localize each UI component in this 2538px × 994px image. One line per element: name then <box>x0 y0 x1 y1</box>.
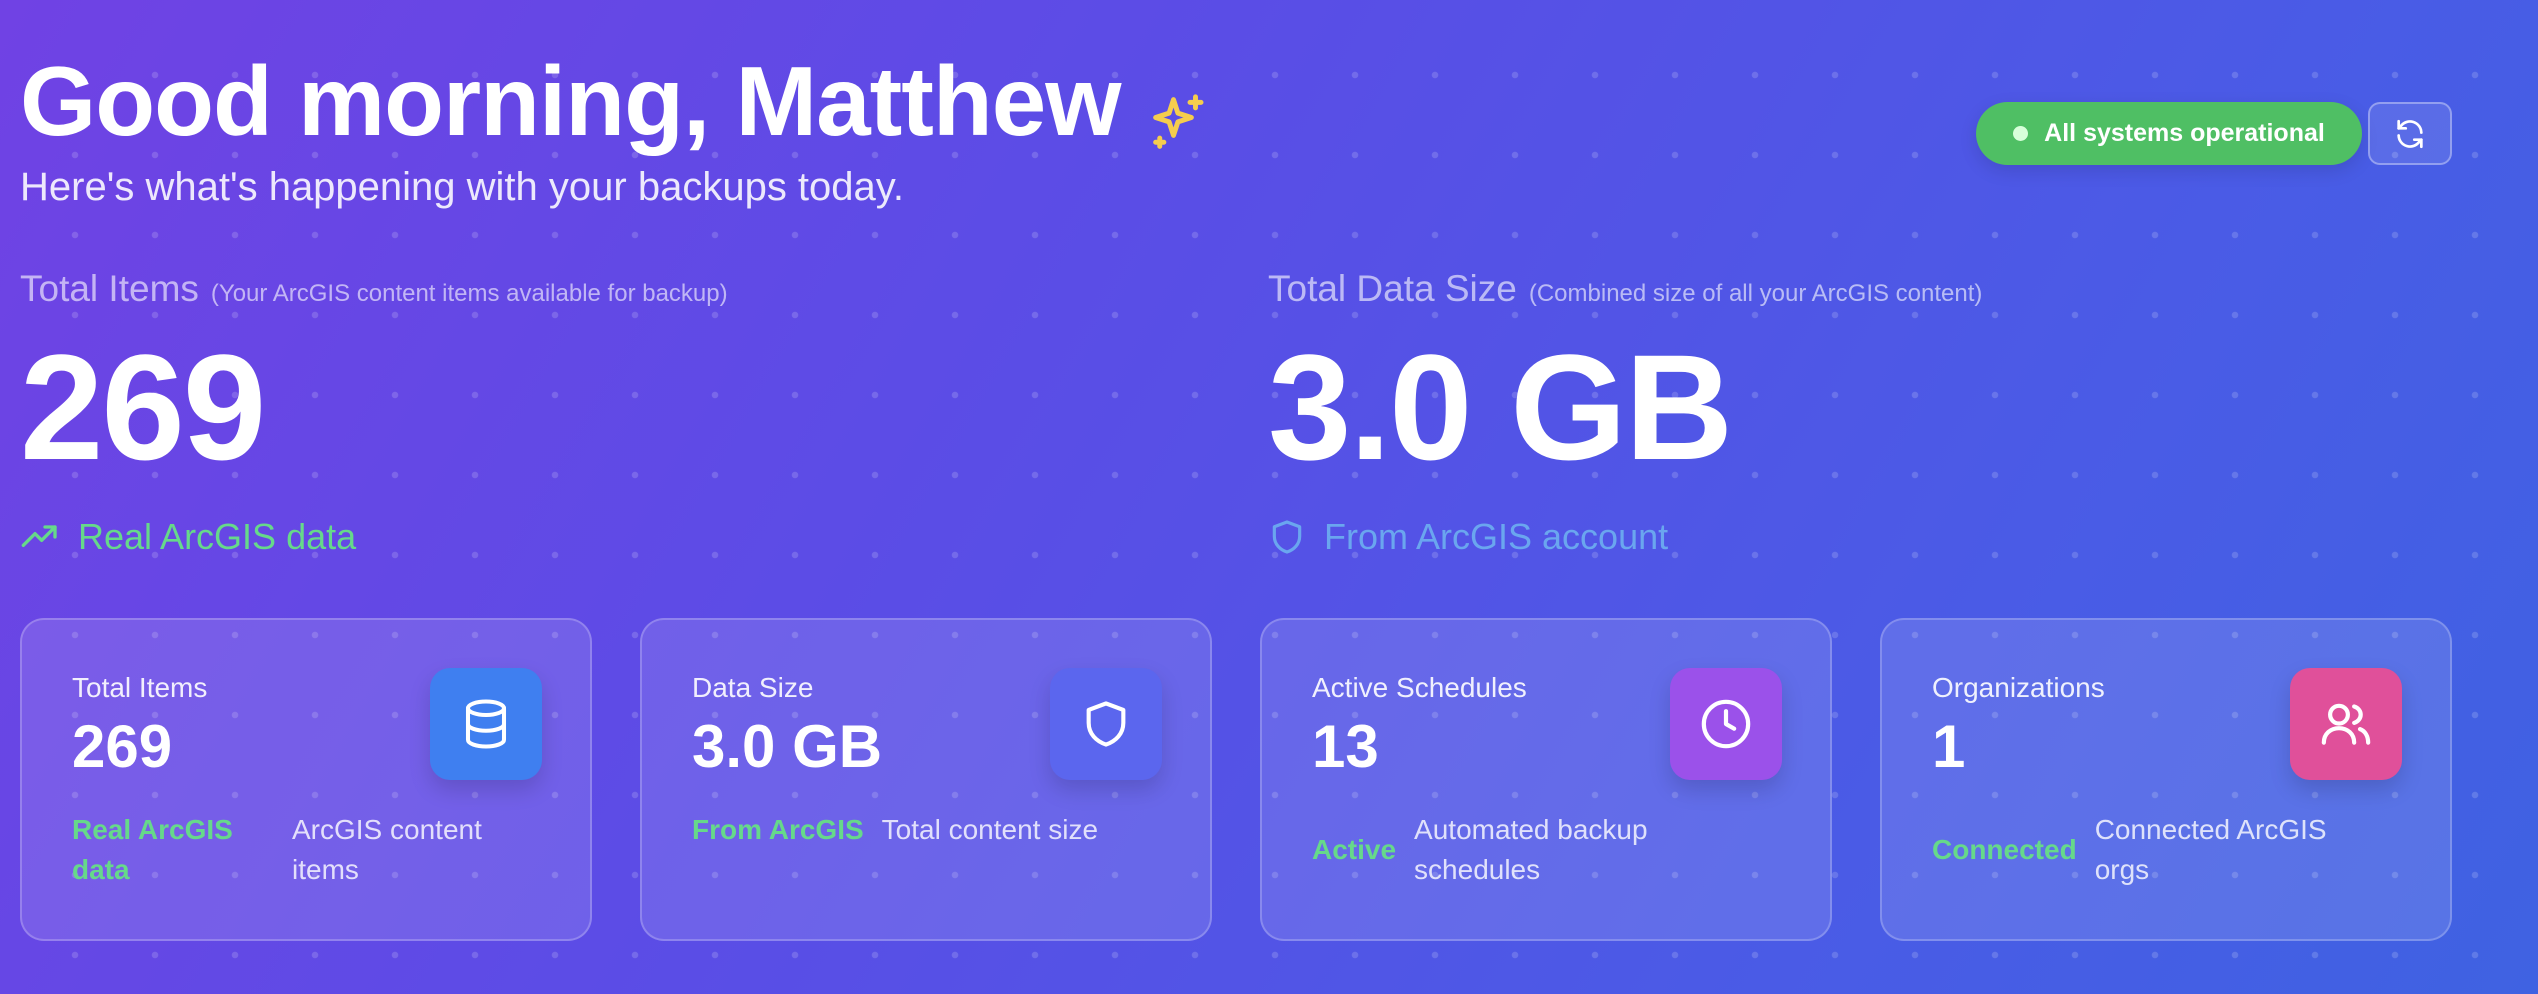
summary-size-hint: (Combined size of all your ArcGIS conten… <box>1528 280 1983 307</box>
greeting-heading: Good morning, Matthew <box>20 46 1212 156</box>
stat-card-organizations[interactable]: Organizations 1 Connected Connected ArcG… <box>1880 618 2452 941</box>
card-status: Connected <box>1932 834 2077 865</box>
card-value: 13 <box>1312 713 1379 780</box>
summary-total-data-size: Total Data Size (Combined size of all yo… <box>1268 268 1982 558</box>
database-icon <box>430 668 542 780</box>
summary-items-value: 269 <box>20 323 266 491</box>
system-status-label: All systems operational <box>2044 119 2325 147</box>
refresh-button[interactable] <box>2368 102 2452 165</box>
card-footer: Real ArcGIS data ArcGIS content items <box>72 810 522 890</box>
status-dot-icon <box>2013 126 2029 141</box>
greeting-text: Good morning, Matthew <box>20 46 1121 156</box>
card-description: Automated backup schedules <box>1414 814 1648 885</box>
card-title: Total Items <box>72 672 208 703</box>
summary-items-hint: (Your ArcGIS content items available for… <box>210 280 728 307</box>
card-status: Active <box>1312 834 1397 865</box>
stat-card-active-schedules[interactable]: Active Schedules 13 Active Automated bac… <box>1260 618 1832 941</box>
summary-total-items: Total Items (Your ArcGIS content items a… <box>20 268 728 558</box>
card-value: 3.0 GB <box>692 713 883 780</box>
summary-items-label-row: Total Items (Your ArcGIS content items a… <box>20 268 728 310</box>
refresh-icon <box>2393 117 2427 151</box>
card-description: ArcGIS content items <box>292 814 482 885</box>
users-icon <box>2290 668 2402 780</box>
summary-size-note-row: From ArcGIS account <box>1268 516 1982 558</box>
card-status: From ArcGIS <box>692 814 864 845</box>
trending-up-icon <box>20 517 78 557</box>
card-value: 1 <box>1932 713 1966 780</box>
card-footer: From ArcGIS Total content size <box>692 810 1098 850</box>
card-description: Total content size <box>881 814 1099 845</box>
system-status-badge[interactable]: All systems operational <box>1976 102 2362 165</box>
card-title: Active Schedules <box>1312 672 1527 703</box>
card-footer: Active Automated backup schedules <box>1312 810 1694 890</box>
card-status: Real ArcGIS data <box>72 814 233 885</box>
card-title: Data Size <box>692 672 814 703</box>
sparkle-icon <box>1146 69 1212 149</box>
card-title: Organizations <box>1932 672 2105 703</box>
summary-items-label: Total Items <box>20 268 199 309</box>
stat-card-data-size[interactable]: Data Size 3.0 GB From ArcGIS Total conte… <box>640 618 1212 941</box>
summary-items-note: Real ArcGIS data <box>78 516 357 557</box>
clock-icon <box>1670 668 1782 780</box>
dashboard-overview: Good morning, Matthew Here's what's happ… <box>20 0 2452 994</box>
summary-size-value: 3.0 GB <box>1268 323 1733 491</box>
summary-size-label-row: Total Data Size (Combined size of all yo… <box>1268 268 1982 310</box>
stat-card-total-items[interactable]: Total Items 269 Real ArcGIS data ArcGIS … <box>20 618 592 941</box>
summary-size-label: Total Data Size <box>1268 268 1517 309</box>
card-footer: Connected Connected ArcGIS orgs <box>1932 810 2355 890</box>
summary-items-note-row: Real ArcGIS data <box>20 516 728 558</box>
shield-icon <box>1050 668 1162 780</box>
summary-size-note: From ArcGIS account <box>1324 516 1669 557</box>
card-value: 269 <box>72 713 173 780</box>
card-description: Connected ArcGIS orgs <box>2094 814 2327 885</box>
greeting-subtitle: Here's what's happening with your backup… <box>20 165 904 209</box>
shield-icon <box>1268 518 1324 556</box>
